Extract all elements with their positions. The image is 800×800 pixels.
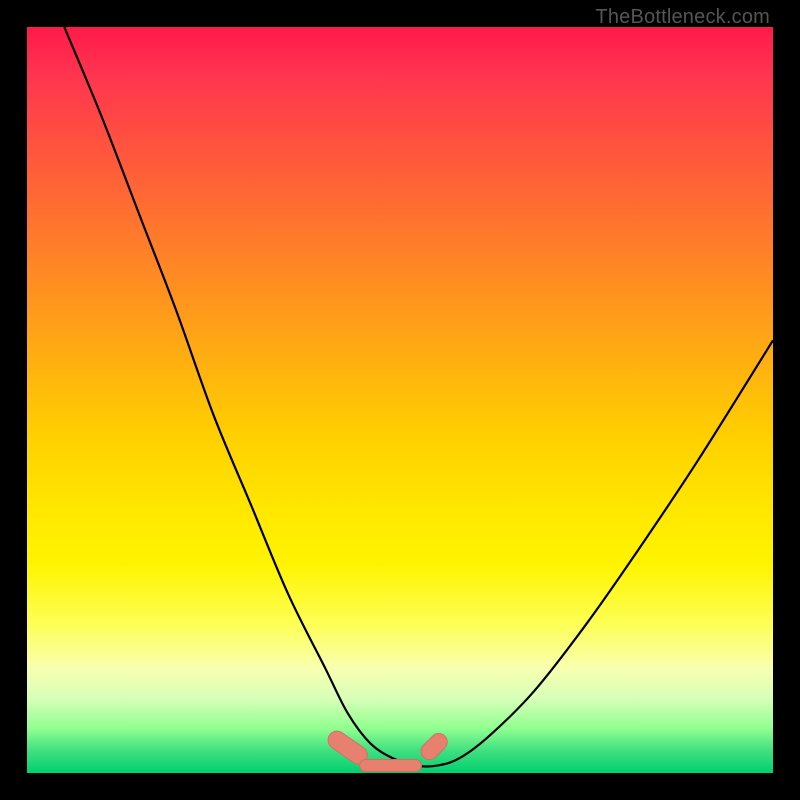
watermark-text: TheBottleneck.com (595, 6, 770, 29)
band-segment (359, 759, 422, 772)
marker-layer (27, 27, 773, 773)
right-marker (416, 729, 451, 764)
plot-area (27, 27, 773, 773)
